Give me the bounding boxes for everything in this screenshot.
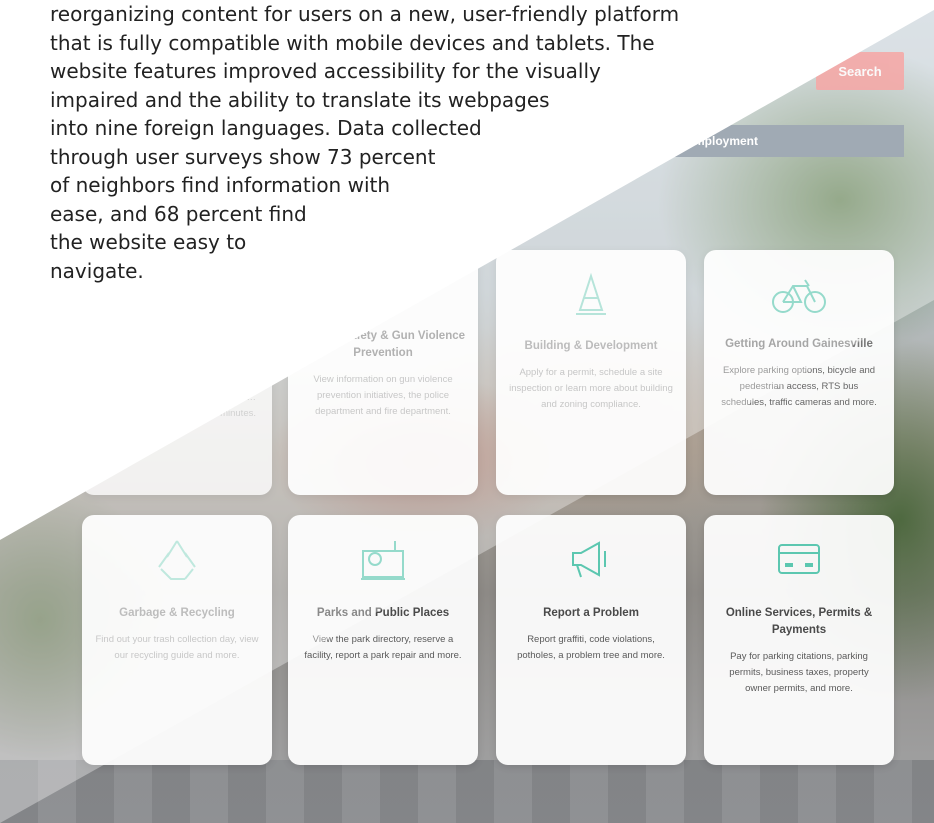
article-line: website features improved accessibility … [50, 59, 601, 83]
card-online-services[interactable]: Online Services, Permits & Payments Pay … [704, 515, 894, 765]
card-desc: Pay for parking citations, parking permi… [729, 651, 869, 694]
street-pavement [0, 760, 934, 823]
credit-card-icon [778, 544, 820, 574]
card-title: Report a Problem [543, 607, 639, 619]
article-line: through user surveys show 73 percent [50, 144, 436, 169]
article-line: of neighbors find information with [50, 173, 391, 197]
article-line: navigate. [50, 258, 144, 283]
article-line: reorganizing content for users on a new,… [50, 2, 680, 26]
article-line: the website easy to [50, 230, 247, 254]
megaphone-icon [572, 541, 606, 578]
article-line: ease, and 68 percent find [50, 201, 307, 226]
card-report-problem[interactable]: Report a Problem Report graffiti, code v… [496, 515, 686, 765]
card-desc: Report graffiti, code violations, pothol… [517, 634, 665, 661]
card-title: Online Services, Permits & Payments [725, 607, 873, 636]
article-line: that is fully compatible with mobile dev… [50, 30, 655, 55]
article-line: impaired and the ability to translate it… [50, 87, 550, 112]
article-text: reorganizing content for users on a new,… [50, 0, 930, 285]
article-line: into nine foreign languages. Data collec… [50, 116, 482, 140]
